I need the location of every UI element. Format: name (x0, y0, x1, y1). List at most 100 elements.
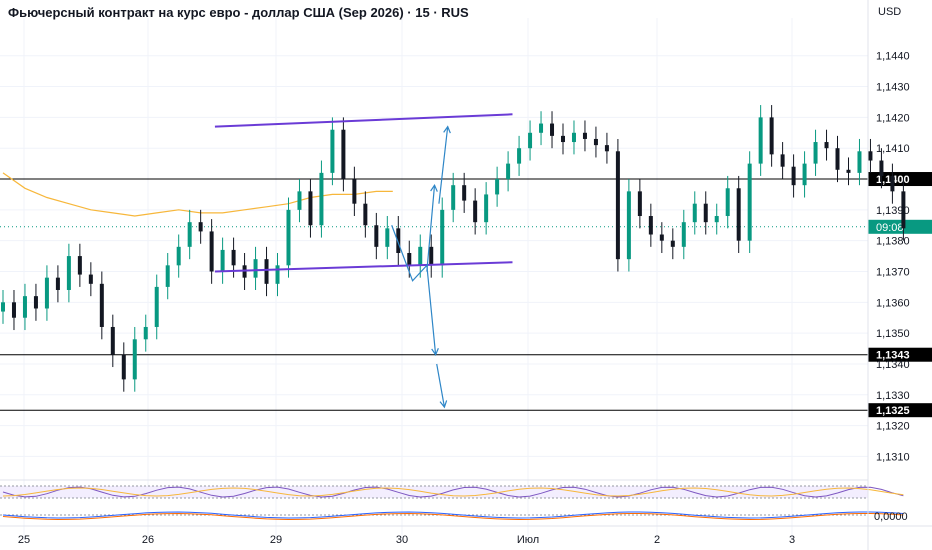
candle-body (77, 256, 82, 275)
channel-lower-line (214, 261, 513, 273)
candle-body (319, 172, 324, 226)
candle-body (648, 216, 653, 235)
candle-body (187, 222, 192, 247)
candle-body (22, 296, 27, 318)
candle-body (550, 123, 555, 136)
candle-body (55, 277, 60, 290)
candle-body (330, 129, 335, 173)
candle-body (758, 117, 763, 164)
price-tick-label: 1,1390 (876, 205, 910, 217)
candle-body (824, 142, 829, 149)
candle-body (363, 203, 368, 226)
candle-body (308, 191, 313, 226)
candle-body (769, 117, 774, 155)
candle-body (264, 259, 269, 284)
candle-body (418, 246, 423, 266)
current-time-label: 09:08 (876, 222, 904, 234)
price-tick-label: 1,1410 (876, 143, 910, 155)
candle-body (198, 222, 203, 232)
candle-body (110, 326, 115, 355)
candle-body (692, 203, 697, 223)
candle-body (99, 283, 104, 327)
candle-body (506, 163, 511, 180)
candle-body (88, 274, 93, 284)
candle-body (143, 326, 148, 340)
forecast-arrows (391, 125, 451, 409)
price-tick-label: 1,1320 (876, 421, 910, 433)
candle-body (462, 185, 467, 201)
price-tick-label: 1,1430 (876, 82, 910, 94)
candle-body (571, 132, 576, 143)
time-tick-label: 30 (396, 534, 408, 546)
candle-body (703, 203, 708, 223)
candle-body (165, 265, 170, 287)
price-axis: 1,1440 1,1430 1,1420 1,1410 1,1390 1,1380 1,13… (867, 0, 910, 550)
forecast-arrow (436, 363, 446, 408)
candle-body (879, 160, 884, 176)
candle-body (484, 194, 489, 223)
candle-body (626, 191, 631, 260)
time-tick-label: 2 (654, 534, 660, 546)
oscillator-zero-label: 0,0000 (874, 511, 908, 523)
candle-body (440, 209, 445, 266)
price-tick-label: 1,1380 (876, 236, 910, 248)
candle-body (791, 166, 796, 186)
time-tick-label: 26 (142, 534, 154, 546)
candle-body (154, 286, 159, 327)
oscillator-panel: 0,0000 (0, 479, 908, 523)
candle-body (802, 163, 807, 186)
candle-body (44, 277, 49, 309)
candle-body (451, 185, 456, 210)
forecast-arrow (438, 126, 449, 204)
time-tick-label: Июл (517, 534, 539, 546)
grid (0, 18, 868, 540)
candle-body (835, 148, 840, 170)
candle-body (176, 246, 181, 266)
candle-body (528, 132, 533, 149)
candle-body (33, 296, 38, 309)
candle-body (681, 222, 686, 247)
candle-body (231, 249, 236, 266)
candle-body (209, 231, 214, 272)
time-tick-label: 3 (789, 534, 795, 546)
candle-body (857, 151, 862, 173)
candle-body (66, 256, 71, 290)
candle-body (121, 354, 126, 380)
candle-body (341, 129, 346, 180)
candle-body (1, 302, 5, 312)
candle-body (132, 339, 137, 380)
candle-body (747, 163, 752, 241)
price-tick-label: 1,1330 (876, 390, 910, 402)
candle-body (297, 191, 302, 210)
chart-canvas[interactable]: 1,14001,13431,132509:08 0,0000 1,14401,1… (0, 0, 932, 550)
candle-body (11, 302, 16, 318)
time-tick-label: 25 (18, 534, 30, 546)
candle-body (495, 179, 500, 195)
candle-body (561, 135, 565, 143)
candle-body (352, 179, 357, 204)
candle-body (670, 240, 675, 247)
candle-body (725, 188, 730, 217)
candle-body (275, 265, 280, 284)
candle-body (582, 132, 587, 139)
price-tick-label: 1,1440 (876, 51, 910, 63)
price-tick-label: 1,1310 (876, 451, 910, 463)
candle-body (407, 253, 412, 266)
candle-body (385, 228, 390, 247)
price-tick-label: 1,1360 (876, 297, 910, 309)
price-tick-label: 1,1340 (876, 359, 910, 371)
price-tick-label: 1,1350 (876, 328, 910, 340)
level-label: 1,1325 (876, 405, 910, 417)
candle-body (517, 148, 522, 164)
candle-body (714, 216, 719, 223)
candle-body (604, 145, 609, 152)
channel-upper-line (214, 113, 513, 128)
candle-body (539, 123, 544, 133)
time-tick-label: 29 (270, 534, 282, 546)
candle-body (736, 188, 741, 241)
candle-body (637, 191, 642, 217)
candle-body (780, 154, 785, 167)
price-tick-label: 1,1420 (876, 112, 910, 124)
candle-body (429, 246, 434, 266)
candle-body (659, 234, 664, 241)
